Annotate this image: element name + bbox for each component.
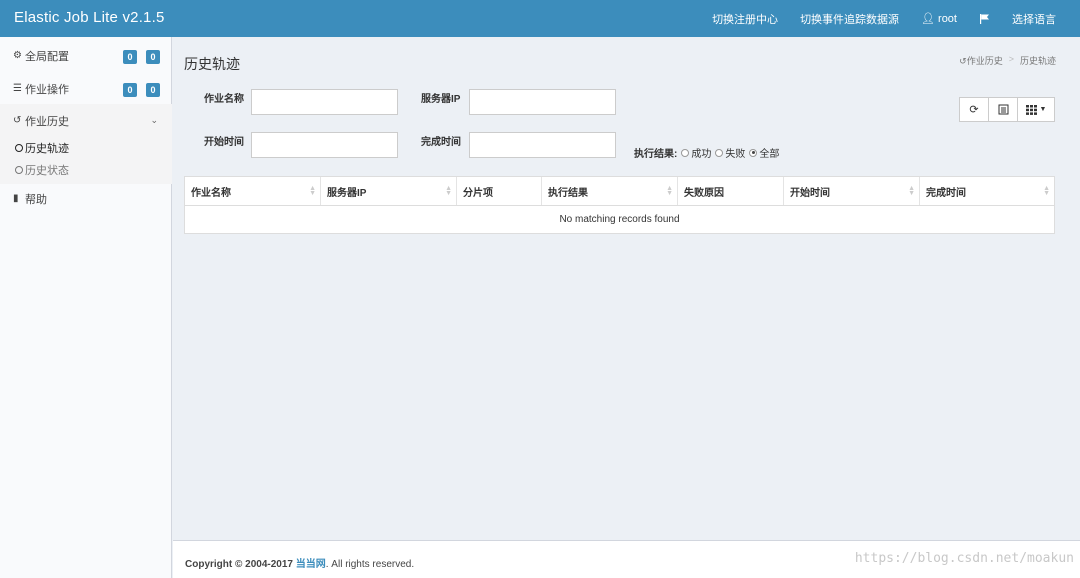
column-header-label: 服务器IP [327,187,367,199]
sidebar-item-label: 全局配置 [25,50,69,63]
radio-success-label: 成功 [691,149,712,160]
sidebar-item-label: 作业操作 [25,83,69,96]
sidebar-item-help[interactable]: ▮ 帮助 [0,182,172,215]
list-alt-icon [998,104,1008,115]
copyright-text: Copyright © 2004-2017 当当网. All rights re… [185,555,414,570]
copyright-prefix: Copyright © 2004-2017 [185,559,296,570]
sidebar-subitem-status[interactable]: 历史状态 [0,159,172,181]
end-time-input[interactable] [469,132,616,158]
brand-title[interactable]: Elastic Job Lite v2.1.5 [14,9,165,26]
empty-table-message: No matching records found [559,214,680,225]
language-menu[interactable]: 选择语言 [1012,11,1056,27]
copyright-suffix: . All rights reserved. [325,559,415,570]
column-header-label: 分片项 [463,187,493,199]
breadcrumb-separator: > [1008,54,1014,64]
switch-registry-link[interactable]: 切换注册中心 [712,11,778,27]
column-header[interactable]: 服务器IP ▲ ▼ [321,177,457,205]
sort-icon: ▲ ▼ [1043,185,1050,197]
column-header-label: 完成时间 [926,187,966,199]
radio-success[interactable] [681,148,690,157]
end-time-label: 完成时间 [421,137,461,148]
sidebar-item-label: 作业历史 [25,115,69,128]
sidebar-subitem-trace[interactable]: 历史轨迹 [0,137,172,159]
sort-icon: ▲ ▼ [445,185,452,197]
count-badge: 0 [146,83,160,97]
table-toolbar: ⟳ ▼ [959,97,1055,122]
start-time-input[interactable] [251,132,398,158]
column-header-label: 作业名称 [191,187,231,199]
switch-datasource-link[interactable]: 切换事件追踪数据源 [800,11,899,27]
columns-dropdown-button[interactable]: ▼ [1017,97,1055,122]
count-badge: 0 [123,50,137,64]
sidebar: ⚙ 全局配置 0 0 ☰ 作业操作 0 0 ↺ 作业历史 ⌄ 历史轨迹 历史状态… [0,37,172,578]
radio-fail[interactable] [715,148,724,157]
circle-icon [15,166,23,174]
chevron-down-icon: ⌄ [150,115,158,125]
company-link[interactable]: 当当网 [296,559,326,570]
column-header-label: 失败原因 [684,187,724,199]
watermark-text: https://blog.csdn.net/moakun [854,551,1074,566]
sort-icon: ▲ ▼ [908,185,915,197]
navbar-menu: 切换注册中心 切换事件追踪数据源 👤︎ root 选择语言 [712,0,1056,37]
history-icon: ↺ [959,56,967,66]
sidebar-subitem-label: 历史状态 [25,165,69,177]
column-header[interactable]: 开始时间 ▲ ▼ [784,177,920,205]
job-name-input[interactable] [251,89,398,115]
breadcrumb-current: 历史轨迹 [1019,56,1056,66]
caret-down-icon: ▼ [1039,106,1047,113]
radio-all-label: 全部 [759,149,780,160]
sidebar-item-job-history[interactable]: ↺ 作业历史 ⌄ [0,104,172,137]
breadcrumb-parent-label: 作业历史 [966,56,1003,66]
th-icon [1025,104,1037,115]
user-name: root [938,12,957,25]
toggle-view-button[interactable] [988,97,1018,122]
column-header[interactable]: 完成时间 ▲ ▼ [920,177,1054,205]
result-filter: 执行结果: 成功 失败 全部 [634,145,779,160]
job-name-label: 作业名称 [204,94,244,105]
count-badge: 0 [146,50,160,64]
result-label: 执行结果: [634,149,678,160]
book-icon: ▮ [13,193,19,204]
server-ip-input[interactable] [469,89,616,115]
breadcrumb-parent[interactable]: ↺作业历史 [959,54,1003,67]
server-ip-label: 服务器IP [421,94,461,105]
refresh-icon: ⟳ [969,104,979,116]
history-table: 作业名称 ▲ ▼ 服务器IP ▲ ▼ 分片项 执行结果 ▲ ▼ 失败原因 开始时间 ▲ ▼ 完成… [184,176,1055,234]
count-badge: 0 [123,83,137,97]
sort-icon: ▲ ▼ [309,185,316,197]
start-time-label: 开始时间 [204,137,244,148]
history-icon: ↺ [13,115,22,126]
sort-icon: ▲ ▼ [666,185,673,197]
table-header: 作业名称 ▲ ▼ 服务器IP ▲ ▼ 分片项 执行结果 ▲ ▼ 失败原因 开始时间 ▲ ▼ 完成… [185,177,1054,206]
circle-icon [15,144,23,152]
flag-icon [980,14,989,24]
user-icon: 👤︎ [921,13,936,25]
sidebar-item-job-ops[interactable]: ☰ 作业操作 0 0 [0,72,172,105]
footer: Copyright © 2004-2017 当当网. All rights re… [173,540,1080,578]
top-navbar: Elastic Job Lite v2.1.5 切换注册中心 切换事件追踪数据源… [0,0,1080,37]
column-header-label: 执行结果 [548,187,588,199]
main-content: 历史轨迹 ↺作业历史 > 历史轨迹 作业名称 服务器IP 开始时间 完成时间 执… [173,37,1080,540]
list-icon: ☰ [13,83,22,94]
column-header[interactable]: 执行结果 ▲ ▼ [542,177,678,205]
sidebar-item-label: 帮助 [25,193,47,206]
sidebar-subitem-label: 历史轨迹 [25,143,69,155]
column-header-label: 开始时间 [790,187,830,199]
sidebar-item-global-config[interactable]: ⚙ 全局配置 0 0 [0,39,172,72]
breadcrumb: ↺作业历史 > 历史轨迹 [959,54,1056,67]
cogs-icon: ⚙ [13,50,22,61]
radio-all[interactable] [749,148,758,157]
page-title: 历史轨迹 [184,56,240,72]
column-header[interactable]: 作业名称 ▲ ▼ [185,177,321,205]
refresh-button[interactable]: ⟳ [959,97,989,122]
column-header[interactable]: 失败原因 [678,177,784,205]
radio-fail-label: 失败 [725,149,746,160]
user-menu[interactable]: 👤︎ root [921,12,957,26]
flag-button[interactable] [979,13,990,24]
column-header[interactable]: 分片项 [457,177,542,205]
